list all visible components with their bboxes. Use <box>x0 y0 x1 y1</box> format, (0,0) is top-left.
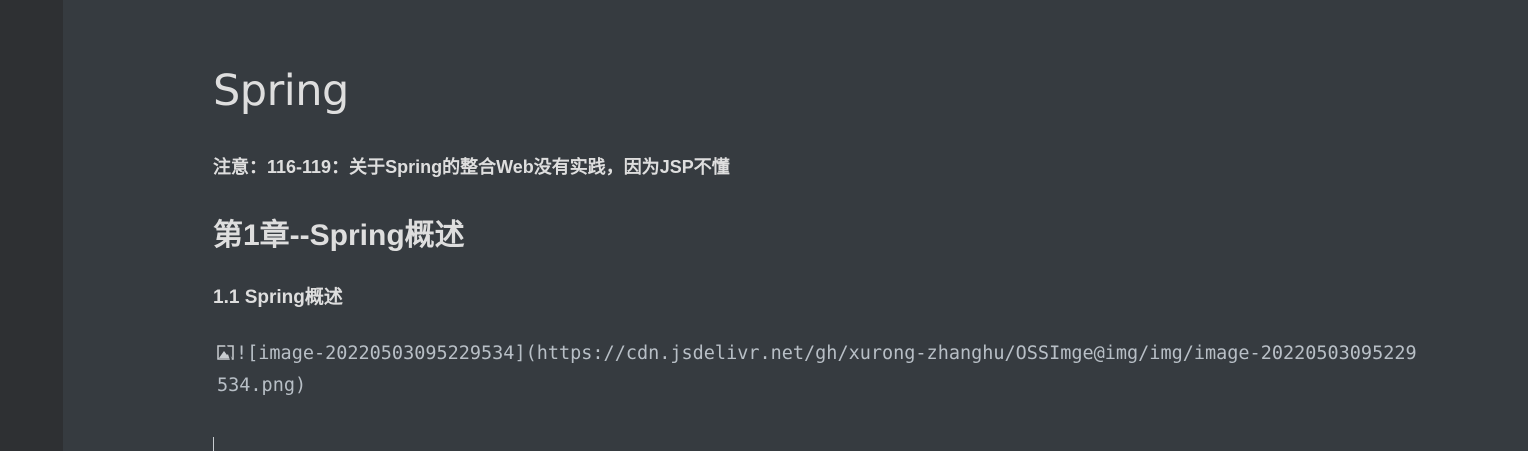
note-paragraph: 注意：116-119：关于Spring的整合Web没有实践，因为JSP不懂 <box>213 157 730 177</box>
chapter-heading: 第1章--Spring概述 <box>213 219 465 252</box>
broken-image-icon <box>217 345 234 360</box>
page-title: Spring <box>213 66 349 116</box>
section-heading: 1.1 Spring概述 <box>213 287 343 308</box>
image-markdown-text: ![image-20220503095229534](https://cdn.j… <box>217 343 1417 396</box>
sidebar <box>0 0 63 451</box>
text-cursor <box>213 437 214 451</box>
image-markdown-source[interactable]: ![image-20220503095229534](https://cdn.j… <box>217 338 1417 402</box>
